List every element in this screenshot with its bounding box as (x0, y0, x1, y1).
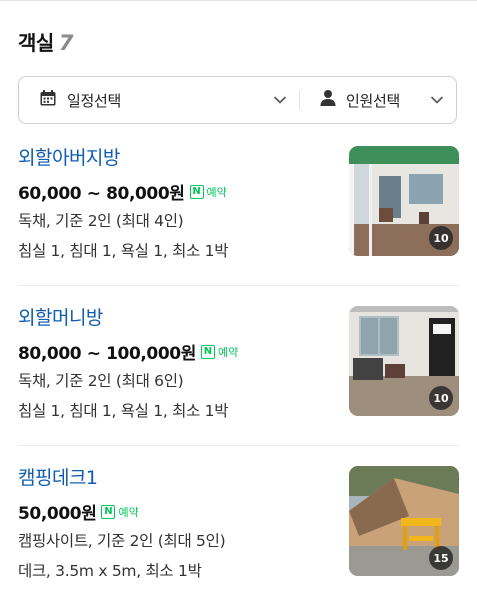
booking-badge-label: 예약 (206, 185, 227, 199)
list-divider (18, 445, 459, 446)
room-price: 80,000 ~ 100,000원 (18, 344, 196, 364)
room-capacity: 독채, 기준 2인 (최대 6인) (18, 372, 184, 390)
price-row: 60,000 ~ 80,000원 N 예약 (18, 179, 227, 204)
room-thumbnail[interactable]: 15 (349, 466, 459, 576)
date-select-label: 일정선택 (67, 91, 122, 110)
naver-n-icon: N (189, 184, 204, 199)
booking-badge-label: 예약 (118, 505, 139, 519)
top-divider (0, 0, 477, 1)
guest-select-button[interactable]: 인원선택 (300, 77, 456, 123)
room-thumbnail[interactable]: 10 (349, 146, 459, 256)
room-facilities: 데크, 3.5m x 5m, 최소 1박 (18, 562, 202, 580)
room-facilities: 침실 1, 침대 1, 욕실 1, 최소 1박 (18, 242, 229, 260)
room-count: 7 (58, 31, 74, 55)
booking-badge-label: 예약 (217, 345, 239, 359)
room-card[interactable]: 외할아버지방 60,000 ~ 80,000원 N 예약 독채, 기준 2인 (… (18, 146, 459, 260)
person-icon (320, 89, 336, 111)
date-select-button[interactable]: 일정선택 (19, 77, 299, 123)
chevron-down-icon (430, 95, 444, 105)
room-name-link[interactable]: 외할머니방 (18, 306, 103, 330)
room-facilities: 침실 1, 침대 1, 욕실 1, 최소 1박 (18, 402, 229, 420)
room-capacity: 캠핑사이트, 기준 2인 (최대 5인) (18, 532, 226, 550)
price-row: 80,000 ~ 100,000원 N 예약 (18, 339, 238, 364)
naver-n-icon: N (200, 344, 215, 359)
room-card[interactable]: 외할머니방 80,000 ~ 100,000원 N 예약 독채, 기준 2인 (… (18, 306, 459, 420)
list-divider (18, 285, 459, 286)
room-capacity: 독채, 기준 2인 (최대 4인) (18, 212, 184, 230)
naver-booking-badge: N 예약 (189, 184, 227, 200)
room-thumbnail[interactable]: 10 (349, 306, 459, 416)
booking-filter-bar: 일정선택 인원선택 (18, 76, 457, 124)
chevron-down-icon (273, 95, 287, 105)
photo-count-badge: 10 (429, 386, 453, 410)
room-name-link[interactable]: 외할아버지방 (18, 146, 120, 170)
photo-count-badge: 10 (429, 226, 453, 250)
naver-booking-badge: N 예약 (200, 344, 239, 360)
calendar-icon (39, 89, 57, 111)
room-price: 50,000원 (18, 504, 97, 524)
price-row: 50,000원 N 예약 (18, 499, 139, 524)
guest-select-label: 인원선택 (346, 91, 401, 110)
page-title: 객실 7 (18, 27, 73, 56)
naver-booking-badge: N 예약 (101, 504, 139, 520)
page-title-text: 객실 (18, 31, 54, 55)
photo-count-badge: 15 (429, 546, 453, 570)
room-price: 60,000 ~ 80,000원 (18, 184, 185, 204)
room-name-link[interactable]: 캠핑데크1 (18, 466, 98, 490)
naver-n-icon: N (101, 504, 116, 519)
room-card[interactable]: 캠핑데크1 50,000원 N 예약 캠핑사이트, 기준 2인 (최대 5인) … (18, 466, 459, 580)
